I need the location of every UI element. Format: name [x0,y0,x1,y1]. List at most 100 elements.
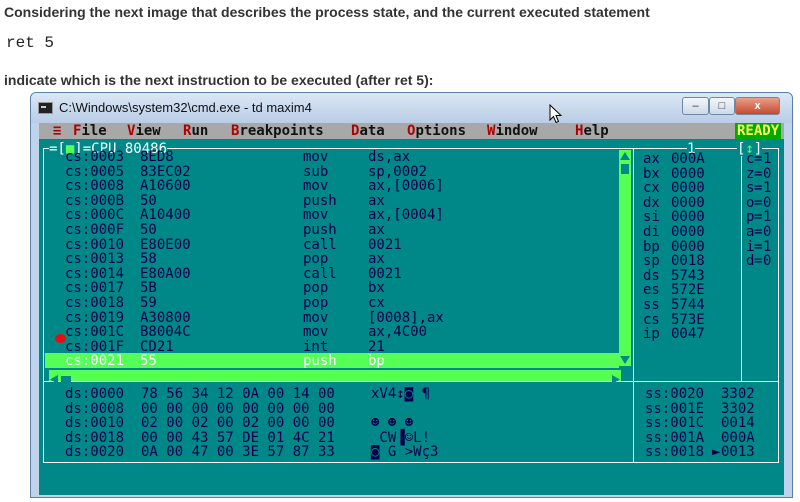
instruction-operands: 21 [368,338,385,355]
instruction-address: cs:0017 [65,280,125,297]
instruction-operands: ax,4C00 [368,324,428,341]
instruction-mnemonic: mov [303,207,329,224]
flag-value: 0 [763,165,772,182]
instruction-operands: sp,0002 [368,163,428,180]
instruction-mnemonic: int [303,338,329,355]
stack-pointer-marker [712,402,720,416]
stack-value: 3302 [721,386,755,402]
register-value: 000A [671,151,705,167]
instruction-mnemonic: push [303,192,337,209]
register-name: bp [643,238,660,255]
instruction-operands: ax [368,222,385,238]
dump-address: ds:0010 [65,415,125,432]
status-ready: READY [735,123,782,139]
instruction-mnemonic: call [303,265,337,282]
instruction-mnemonic: pop [303,280,329,297]
instruction-mnemonic: sub [303,163,329,180]
dump-ascii: xV4↕◙ ¶ [371,386,431,402]
stack-address: ss:0018 [645,444,705,461]
menu-item-help[interactable]: Help [575,123,609,139]
breakpoint-marker[interactable] [55,334,66,343]
instruction-address: cs:0013 [65,251,125,268]
register-name: bx [643,165,660,182]
dump-ascii: CW▐☺L! [371,429,431,446]
instruction-mnemonic: call [303,236,337,253]
question-prompt: indicate which is the next instruction t… [4,72,434,88]
cmd-app-icon[interactable] [38,102,53,114]
title-bar[interactable]: C:\Windows\system32\cmd.exe - td maxim4 … [31,93,792,124]
instruction-bytes: 50 [140,222,157,238]
menu-item-window[interactable]: Window [487,123,538,139]
register-value: 5743 [671,267,705,284]
instruction-address: cs:0010 [65,236,125,253]
instruction-operands: ax [368,192,385,209]
instruction-bytes: 8ED8 [140,149,174,165]
maximize-button[interactable]: □ [709,97,735,115]
dump-address: ds:0000 [65,386,125,402]
system-menu-icon[interactable]: ≡ [53,123,61,139]
menu-item-view[interactable]: View [127,123,161,139]
menu-item-breakpoints[interactable]: Breakpoints [231,123,324,139]
instruction-address: cs:0003 [65,149,125,165]
menu-item-run[interactable]: Run [183,123,208,139]
minimize-button[interactable]: – [682,97,709,115]
flag-value: 1 [763,151,772,167]
instruction-address: cs:000B [65,192,125,209]
stack-address: ss:0020 [645,386,705,402]
instruction-operands: ax,[0004] [368,207,444,224]
register-value: 5744 [671,297,705,313]
instruction-mnemonic: pop [303,295,329,311]
instruction-mnemonic: mov [303,178,329,195]
close-button[interactable]: x [735,97,780,115]
dump-bytes: 0A 00 47 00 3E 57 87 33 [141,444,335,461]
stack-value: 000A [721,429,755,446]
register-value: 0000 [671,165,705,182]
current-instruction-highlight[interactable]: cs:0021 55 push bp [45,353,619,368]
stack-address: ss:001C [645,415,705,432]
menu-item-options[interactable]: Options [407,123,466,139]
instruction-bytes: A30800 [140,309,191,326]
instruction-bytes: A10400 [140,207,191,224]
mouse-pointer-icon [549,104,563,124]
stack-value: 0014 [721,415,755,432]
instruction-bytes: E80A00 [140,265,191,282]
flag-value: 0 [763,253,772,270]
instruction-operands: bx [368,280,385,297]
stack-pointer-marker [712,387,720,401]
instruction-address: cs:000C [65,207,125,224]
register-value: 0000 [671,238,705,255]
dump-bytes: 00 00 00 00 00 00 00 00 [141,400,335,417]
instruction-bytes: 50 [140,192,157,209]
instruction-bytes: E80E00 [140,236,191,253]
instruction-mnemonic: mov [303,309,329,326]
register-name: dx [643,194,660,211]
menu-item-data[interactable]: Data [351,123,385,139]
instruction-address: cs:0008 [65,178,125,195]
dump-bytes: 02 00 02 00 02 00 00 00 [141,415,335,432]
instruction-mnemonic: push [303,222,337,238]
instruction-bytes: CD21 [140,338,174,355]
flag-value: 1 [763,180,772,197]
instruction-bytes: 83EC02 [140,163,191,180]
flag-value: 0 [763,224,772,240]
register-name: ip [643,326,660,343]
instruction-operands: ax,[0006] [368,178,444,195]
stack-address: ss:001E [645,400,705,417]
instruction-operands: [0008],ax [368,309,444,326]
instruction-address: cs:0019 [65,309,125,326]
flag-value: 1 [763,209,772,226]
disassembly-horizontal-scrollbar[interactable] [49,370,621,384]
stack-value: 3302 [721,400,755,417]
register-value: 0000 [671,224,705,240]
register-value: 0000 [671,194,705,211]
cmd-window: C:\Windows\system32\cmd.exe - td maxim4 … [30,92,793,498]
disassembly-vertical-scrollbar[interactable] [619,150,631,366]
register-name: cx [643,180,660,197]
turbo-debugger-screen: ≡ File View Run Breakpoints Data Options Windo… [39,123,784,495]
instruction-bytes: 58 [140,251,157,268]
menu-item-file[interactable]: File [73,123,107,139]
instruction-address: cs:000F [65,222,125,238]
stack-address: ss:001A [645,429,705,446]
register-name: sp [643,253,660,270]
dump-ascii: ◙ G >Wç3 [371,444,439,461]
